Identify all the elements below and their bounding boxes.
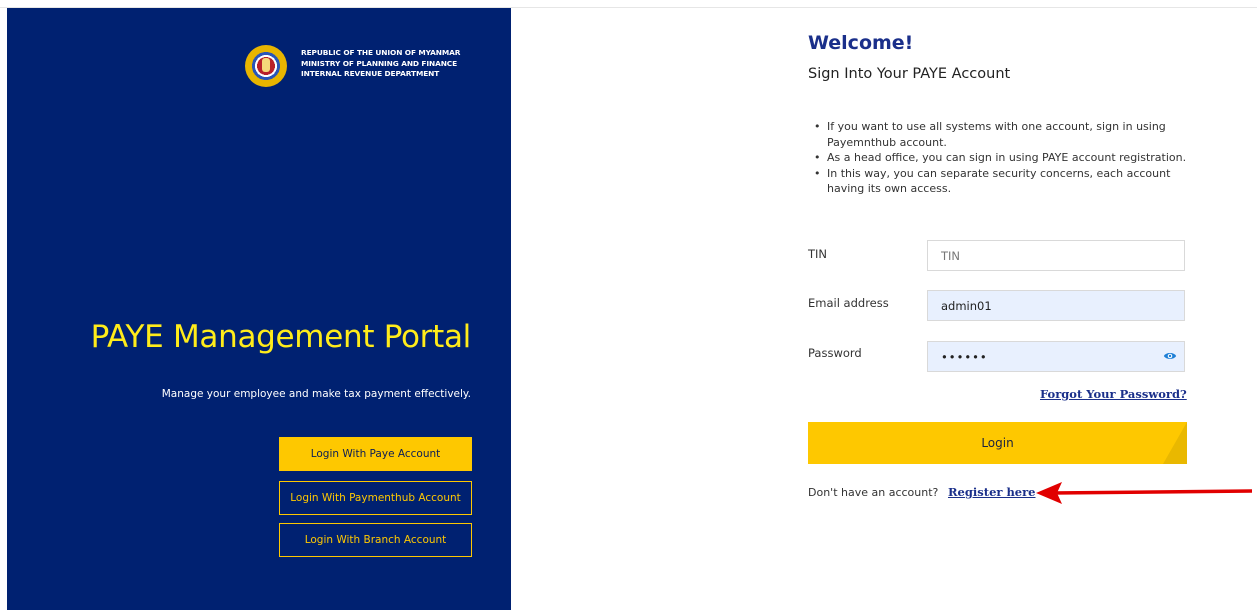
info-item: In this way, you can separate security c…: [808, 166, 1198, 197]
org-line-3: INTERNAL REVENUE DEPARTMENT: [301, 69, 440, 78]
login-paymenthub-button[interactable]: Login With Paymenthub Account: [279, 481, 472, 515]
signin-heading: Sign Into Your PAYE Account: [808, 66, 1011, 82]
login-button[interactable]: Login: [808, 422, 1187, 464]
emblem-center: [262, 58, 270, 72]
login-paye-button[interactable]: Login With Paye Account: [279, 437, 472, 471]
email-input[interactable]: [927, 290, 1185, 321]
organization-name: REPUBLIC OF THE UNION OF MYANMAR MINISTR…: [301, 48, 501, 80]
eye-icon[interactable]: [1163, 349, 1177, 363]
tin-input[interactable]: [927, 240, 1185, 271]
portal-subtitle: Manage your employee and make tax paymen…: [161, 388, 471, 400]
password-input[interactable]: [927, 341, 1185, 372]
no-account-text: Don't have an account?: [808, 486, 939, 499]
government-emblem-icon: [245, 45, 287, 87]
welcome-heading: Welcome!: [808, 32, 914, 54]
login-branch-button[interactable]: Login With Branch Account: [279, 523, 472, 557]
org-line-2: MINISTRY OF PLANNING AND FINANCE: [301, 58, 458, 68]
register-link[interactable]: Register here: [948, 485, 1036, 499]
info-item: As a head office, you can sign in using …: [808, 150, 1198, 166]
email-label: Email address: [808, 296, 889, 310]
password-label: Password: [808, 346, 862, 360]
forgot-password-link[interactable]: Forgot Your Password?: [1040, 387, 1187, 401]
login-button-label: Login: [981, 436, 1014, 450]
login-button-corner: [1163, 422, 1187, 464]
org-line-1: REPUBLIC OF THE UNION OF MYANMAR: [301, 48, 461, 57]
info-item: If you want to use all systems with one …: [808, 119, 1198, 150]
tin-label: TIN: [808, 247, 828, 261]
portal-title: PAYE Management Portal: [90, 319, 472, 355]
red-arrow-icon: [1036, 482, 1252, 504]
top-border: [0, 0, 1257, 8]
info-list: If you want to use all systems with one …: [808, 119, 1198, 197]
left-panel: REPUBLIC OF THE UNION OF MYANMAR MINISTR…: [7, 8, 511, 610]
